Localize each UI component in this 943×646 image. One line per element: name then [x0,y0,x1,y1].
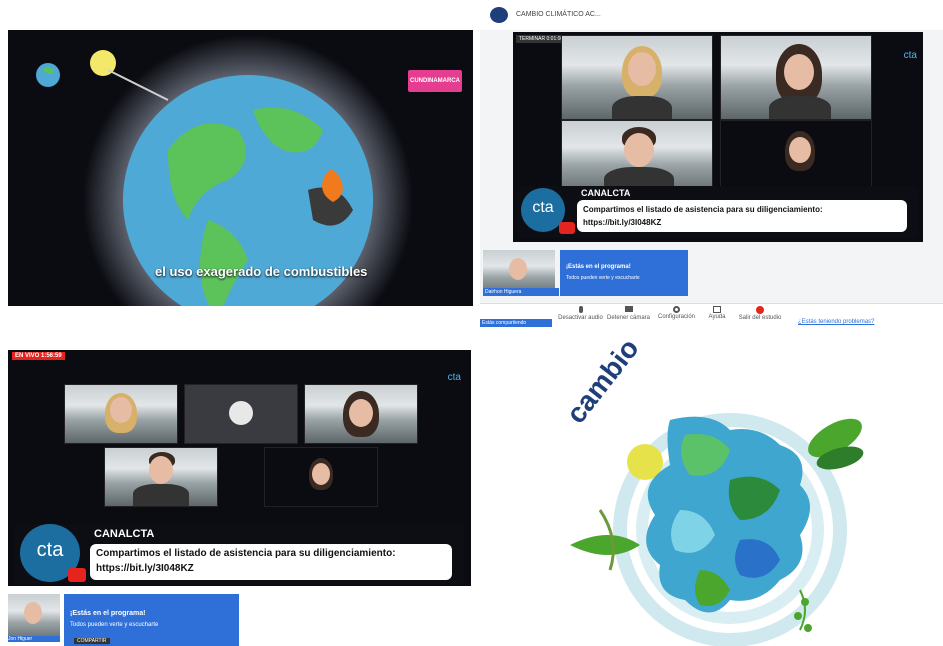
bottom-tag: COMPARTIR [74,638,110,644]
microphone-icon [578,306,583,313]
message-bubble: Compartimos el listado de asistencia par… [577,200,907,232]
youtube-icon-2 [68,568,86,582]
broadcast-stage: TERMINAR 0:01:08 cta cta CANALCTA Compar… [513,32,923,242]
in-program-title-2: ¡Estás en el programa! [70,610,146,617]
brand-corner: cta [903,50,917,61]
in-program-sub-2: Todos pueden verte y escucharte [70,622,159,628]
message-line-1-2: Compartimos el listado de asistencia par… [96,548,396,559]
channel-name: CANALCTA [581,188,631,198]
message-bubble-2: Compartimos el listado de asistencia par… [90,544,452,580]
in-program-card: ¡Estás en el programa! Todos pueden vert… [560,250,688,296]
climate-logo-graphic [570,413,864,646]
camera-icon [624,306,633,312]
lower-third-panel: cta CANALCTA Compartimos el listado de a… [517,186,917,238]
message-line-1: Compartimos el listado de asistencia par… [583,205,823,214]
avatar-placeholder-icon [229,401,253,425]
help-button[interactable]: Ayuda [702,306,732,320]
bird-logo-icon [490,7,508,23]
participant-tile-6 [184,384,298,444]
window-title: CAMBIO CLIMÁTICO AC... [516,11,601,18]
participant-tile-2 [720,35,872,120]
participant-tile-7 [304,384,418,444]
sharing-label: Estás compartiendo [480,319,552,327]
video-earth-panel: CUNDINAMARCA el uso exagerado de combust… [8,30,473,306]
message-line-2-2: https://bit.ly/3I048KZ [96,563,194,574]
live-badge: TERMINAR 0:01:08 [516,35,567,43]
help-icon [713,306,721,313]
stop-camera-button[interactable]: Detener cámara [606,306,651,321]
participant-tile-8 [104,447,218,507]
brand-corner-2: cta [447,372,461,383]
mute-audio-button[interactable]: Desactivar audio [558,306,603,321]
youtube-icon [559,222,575,234]
broadcast-stage-2: EN VIVO 1:56:59 cta cta CANALCTA Compart… [8,350,471,586]
problems-link[interactable]: ¿Estás teniendo problemas? [798,319,874,325]
in-program-title: ¡Estás en el programa! [566,264,631,270]
cundinamarca-badge: CUNDINAMARCA [408,70,462,92]
participant-tile-1 [561,35,713,120]
message-line-2: https://bit.ly/3I048KZ [583,218,662,227]
lower-third-panel-2: cta CANALCTA Compartimos el listado de a… [14,524,464,584]
participant-tile-3 [561,120,713,196]
live-badge-2: EN VIVO 1:56:59 [12,352,65,360]
participant-tile-4 [720,120,872,196]
channel-name-2: CANALCTA [94,528,155,540]
settings-button[interactable]: Configuración [654,306,699,320]
climate-logo-panel: cambio climático [480,340,943,646]
controls-bar: Estás compartiendo Desactivar audio Dete… [480,303,943,330]
participant-tile-9 [264,447,378,507]
in-program-sub: Todos pueden verte y escucharte [566,275,640,281]
participant-tile-5 [64,384,178,444]
self-view-name: Dairhon Higuera [483,288,559,296]
self-view-thumb-2: Jon Higuer [8,594,60,642]
studio-window: CAMBIO CLIMÁTICO AC... TERMINAR 0:01:08 … [480,0,943,330]
video-caption: el uso exagerado de combustibles [155,264,368,279]
self-view-name-2: Jon Higuer [8,636,60,642]
window-titlebar: CAMBIO CLIMÁTICO AC... [480,0,943,30]
gear-icon [673,306,680,313]
leave-icon [756,306,764,314]
self-view-thumb: Dairhon Higuera [483,250,559,296]
leave-studio-button[interactable]: Salir del estudio [736,306,784,321]
